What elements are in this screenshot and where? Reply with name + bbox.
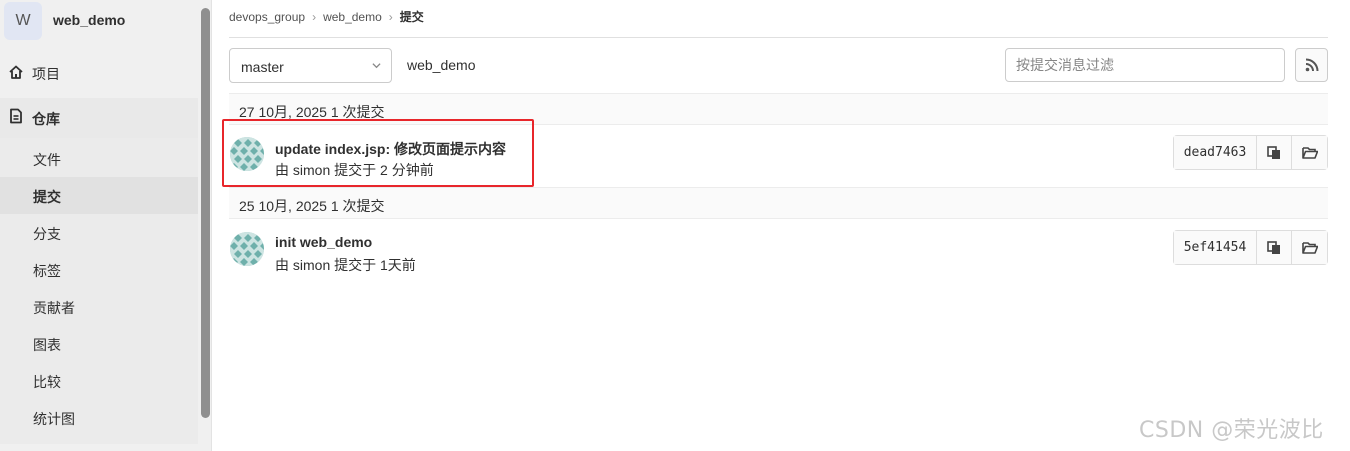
commit-sha-link[interactable]: dead7463	[1174, 136, 1257, 169]
project-header[interactable]: W web_demo	[0, 0, 200, 44]
branch-select[interactable]: master	[229, 48, 392, 83]
divider	[229, 37, 1328, 38]
commit-title-link[interactable]: init web_demo	[275, 234, 372, 250]
commit-sha-group: dead7463	[1173, 135, 1328, 170]
browse-files-button[interactable]	[1292, 231, 1327, 264]
folder-open-icon	[1301, 242, 1318, 254]
sidebar-item-project[interactable]: 项目	[0, 54, 198, 91]
breadcrumb-project-link[interactable]: web_demo	[323, 10, 382, 24]
avatar	[230, 232, 264, 266]
breadcrumb-group-link[interactable]: devops_group	[229, 10, 305, 24]
sidebar-item-files[interactable]: 文件	[0, 140, 198, 177]
sidebar-subitem-label: 提交	[33, 189, 61, 205]
project-avatar: W	[4, 2, 42, 40]
browse-files-button[interactable]	[1292, 136, 1327, 169]
commit-day-header: 25 10月, 2025 1 次提交	[229, 187, 1328, 219]
watermark: CSDN @荣光波比	[1139, 418, 1324, 443]
sidebar-item-compare[interactable]: 比较	[0, 362, 198, 399]
chevron-down-icon	[372, 63, 381, 69]
sidebar-item-commits[interactable]: 提交	[0, 177, 198, 214]
sidebar-subitem-label: 文件	[33, 152, 61, 168]
sidebar-subitem-label: 贡献者	[33, 300, 75, 316]
sidebar-item-label: 项目	[32, 66, 60, 82]
commit-sha-link[interactable]: 5ef41454	[1174, 231, 1257, 264]
commit-filter-input[interactable]	[1005, 48, 1285, 82]
sidebar-item-label: 仓库	[32, 111, 60, 127]
breadcrumb: devops_group › web_demo › 提交	[229, 8, 424, 25]
commit-row[interactable]: init web_demo 由 simon 提交于 1天前 5ef41454	[229, 220, 1328, 280]
project-name: web_demo	[53, 12, 126, 28]
commit-sha-group: 5ef41454	[1173, 230, 1328, 265]
sidebar-item-tags[interactable]: 标签	[0, 251, 198, 288]
repository-path[interactable]: web_demo	[407, 57, 476, 73]
chevron-right-icon: ›	[312, 9, 317, 24]
copy-icon	[1267, 240, 1280, 254]
sidebar-item-graph[interactable]: 图表	[0, 325, 198, 362]
sidebar-subitem-label: 分支	[33, 226, 61, 242]
highlight-annotation-box	[222, 119, 534, 187]
commit-meta: 由 simon 提交于 1天前	[275, 257, 416, 273]
commit-day-label: 25 10月, 2025 1 次提交	[239, 198, 385, 214]
rss-button[interactable]	[1295, 48, 1328, 82]
sidebar-subitem-label: 比较	[33, 374, 61, 390]
folder-open-icon	[1301, 147, 1318, 159]
sidebar: W web_demo 项目 仓库 文件 提交 分支 标签 贡献者 图表 比较 统…	[0, 0, 212, 451]
sidebar-item-branches[interactable]: 分支	[0, 214, 198, 251]
chevron-right-icon: ›	[388, 9, 393, 24]
copy-sha-button[interactable]	[1257, 231, 1292, 264]
sidebar-item-charts[interactable]: 统计图	[0, 399, 198, 436]
breadcrumb-current: 提交	[399, 10, 424, 24]
sidebar-subitem-label: 统计图	[33, 411, 75, 427]
sidebar-scrollbar[interactable]	[201, 8, 210, 418]
rss-icon	[1305, 58, 1318, 72]
copy-icon	[1267, 145, 1280, 159]
sidebar-item-contributors[interactable]: 贡献者	[0, 288, 198, 325]
sidebar-item-repository[interactable]: 仓库	[0, 98, 198, 138]
home-icon	[9, 65, 23, 79]
sidebar-subitem-label: 标签	[33, 263, 61, 279]
sidebar-subitem-label: 图表	[33, 337, 61, 353]
branch-select-value: master	[241, 59, 284, 75]
document-icon	[10, 108, 22, 124]
copy-sha-button[interactable]	[1257, 136, 1292, 169]
